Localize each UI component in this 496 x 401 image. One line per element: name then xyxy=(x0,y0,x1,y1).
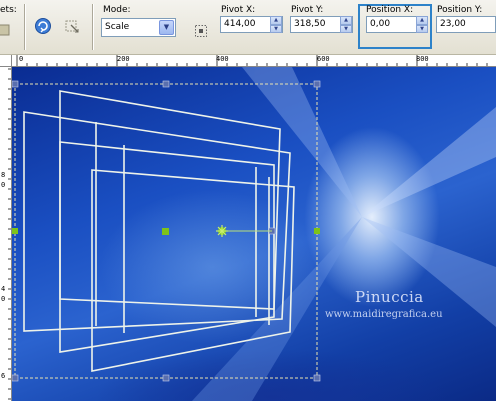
preset-icon[interactable] xyxy=(0,20,14,40)
spin-down-icon[interactable]: ▼ xyxy=(270,24,282,33)
spin-down-icon[interactable]: ▼ xyxy=(340,24,352,33)
reset-icon[interactable] xyxy=(62,16,82,36)
pivot-y-spinner[interactable]: ▲ ▼ xyxy=(340,16,352,33)
ruler-h-label: 400 xyxy=(216,55,229,63)
watermark-title: Pinuccia xyxy=(355,288,424,306)
ruler-v-label: 8 xyxy=(1,171,6,179)
ruler-h-label: 200 xyxy=(117,55,130,63)
ruler-v-label: 4 xyxy=(1,285,6,293)
pick-tool-overlay xyxy=(12,67,496,401)
pivot-point-icon[interactable] xyxy=(216,225,228,237)
background-rays xyxy=(192,67,496,401)
position-x-spinner[interactable]: ▲ ▼ xyxy=(416,16,428,33)
handle-top[interactable] xyxy=(162,80,170,88)
ruler-h-label: 600 xyxy=(317,55,330,63)
ruler-corner xyxy=(0,55,12,67)
ruler-h-label: 800 xyxy=(416,55,429,63)
handle-bottom-left[interactable] xyxy=(12,374,19,382)
watermark-url: www.maidiregrafica.eu xyxy=(325,309,443,320)
presets-label: ets: xyxy=(0,5,17,15)
pivot-x-spinner[interactable]: ▲ ▼ xyxy=(270,16,282,33)
handle-top-right[interactable] xyxy=(313,80,321,88)
vertical-ruler[interactable]: 8 0 4 0 6 xyxy=(0,67,12,401)
handle-left[interactable] xyxy=(12,228,18,234)
pick-tool-options-toolbar: ets: Mode: Scale ▼ Pivot X: 414,00 ▲ ▼ Pi… xyxy=(0,0,496,55)
ruler-v-label: 6 xyxy=(1,372,6,380)
pivot-x-label: Pivot X: xyxy=(221,5,256,15)
spin-down-icon[interactable]: ▼ xyxy=(416,24,428,33)
handle-top-left[interactable] xyxy=(12,80,19,88)
position-y-label: Position Y: xyxy=(437,5,483,15)
toolbar-separator xyxy=(92,4,94,50)
mode-dropdown-arrow-icon[interactable]: ▼ xyxy=(159,20,174,35)
spin-up-icon[interactable]: ▲ xyxy=(416,16,428,25)
pivot-y-label: Pivot Y: xyxy=(291,5,324,15)
handle-bottom[interactable] xyxy=(162,374,170,382)
handle-bottom-right[interactable] xyxy=(313,374,321,382)
mode-label: Mode: xyxy=(103,5,131,15)
ruler-v-label: 0 xyxy=(1,181,6,189)
ruler-v-label: 0 xyxy=(1,295,6,303)
toolbar-separator xyxy=(24,4,26,50)
ruler-h-label: 0 xyxy=(19,55,24,63)
position-x-label: Position X: xyxy=(366,5,414,15)
mode-select-value: Scale xyxy=(105,22,130,32)
spin-up-icon[interactable]: ▲ xyxy=(340,16,352,25)
image-canvas[interactable]: Pinuccia www.maidiregrafica.eu xyxy=(12,67,496,401)
mode-select[interactable]: Scale ▼ xyxy=(101,18,176,37)
horizontal-ruler[interactable]: 0 200 400 600 800 xyxy=(12,55,496,67)
handle-right[interactable] xyxy=(314,228,320,234)
spin-up-icon[interactable]: ▲ xyxy=(270,16,282,25)
apply-icon[interactable] xyxy=(33,16,53,36)
pivot-origin-icon[interactable] xyxy=(191,21,211,41)
center-handle[interactable] xyxy=(162,228,169,235)
position-y-input[interactable]: 23,00 xyxy=(436,16,496,33)
